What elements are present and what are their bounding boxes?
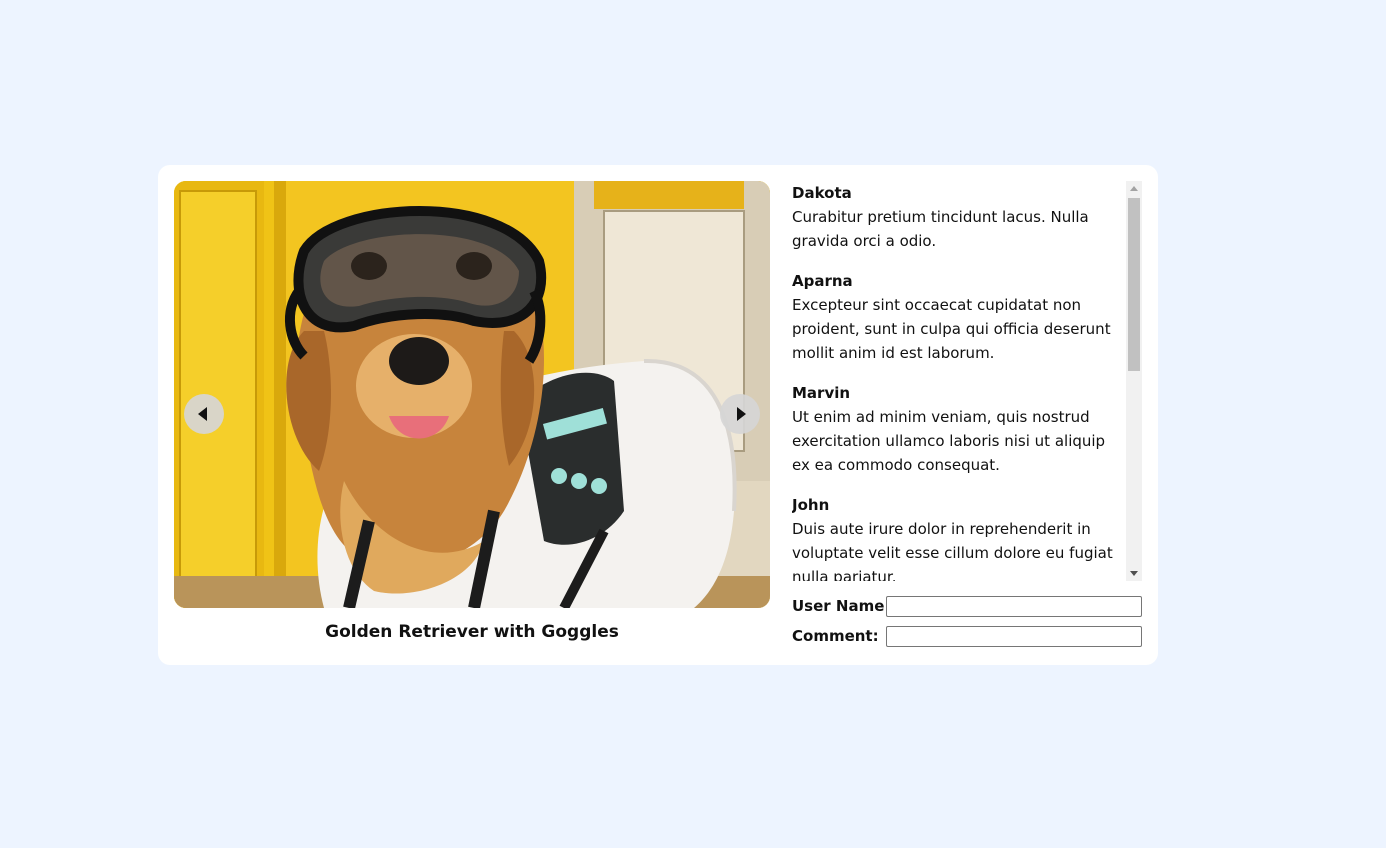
comment-item: Dakota Curabitur pretium tincidunt lacus… bbox=[792, 181, 1122, 253]
dog-photo-illustration bbox=[174, 181, 770, 608]
comment-item: Marvin Ut enim ad minim veniam, quis nos… bbox=[792, 381, 1122, 477]
gallery-image bbox=[174, 181, 770, 608]
comment-text: Duis aute irure dolor in reprehenderit i… bbox=[792, 520, 1113, 581]
username-row: User Name: bbox=[792, 596, 1142, 618]
comments-list: Dakota Curabitur pretium tincidunt lacus… bbox=[792, 181, 1122, 581]
scrollbar-thumb[interactable] bbox=[1128, 198, 1140, 371]
comment-label: Comment: bbox=[792, 627, 879, 645]
comments-scrollbar[interactable] bbox=[1126, 181, 1142, 581]
next-image-button[interactable] bbox=[720, 394, 760, 434]
scroll-up-arrow-icon[interactable] bbox=[1130, 186, 1138, 191]
comment-author: Aparna bbox=[792, 272, 853, 290]
previous-image-button[interactable] bbox=[184, 394, 224, 434]
triangle-left-icon bbox=[198, 407, 207, 421]
comment-input[interactable] bbox=[886, 626, 1142, 647]
comment-author: Marvin bbox=[792, 384, 851, 402]
comment-text: Excepteur sint occaecat cupidatat non pr… bbox=[792, 296, 1111, 362]
scroll-down-arrow-icon[interactable] bbox=[1130, 571, 1138, 576]
comment-text: Curabitur pretium tincidunt lacus. Nulla… bbox=[792, 208, 1089, 250]
triangle-right-icon bbox=[737, 407, 746, 421]
comment-author: Dakota bbox=[792, 184, 852, 202]
gallery-card: Golden Retriever with Goggles Dakota Cur… bbox=[158, 165, 1158, 665]
comment-row: Comment: bbox=[792, 626, 1142, 648]
username-label: User Name: bbox=[792, 597, 891, 615]
comment-author: John bbox=[792, 496, 830, 514]
comment-item: Aparna Excepteur sint occaecat cupidatat… bbox=[792, 269, 1122, 365]
image-caption: Golden Retriever with Goggles bbox=[325, 622, 619, 642]
comment-item: John Duis aute irure dolor in reprehende… bbox=[792, 493, 1122, 581]
comment-text: Ut enim ad minim veniam, quis nostrud ex… bbox=[792, 408, 1106, 474]
username-input[interactable] bbox=[886, 596, 1142, 617]
comments-panel[interactable]: Dakota Curabitur pretium tincidunt lacus… bbox=[792, 181, 1142, 581]
